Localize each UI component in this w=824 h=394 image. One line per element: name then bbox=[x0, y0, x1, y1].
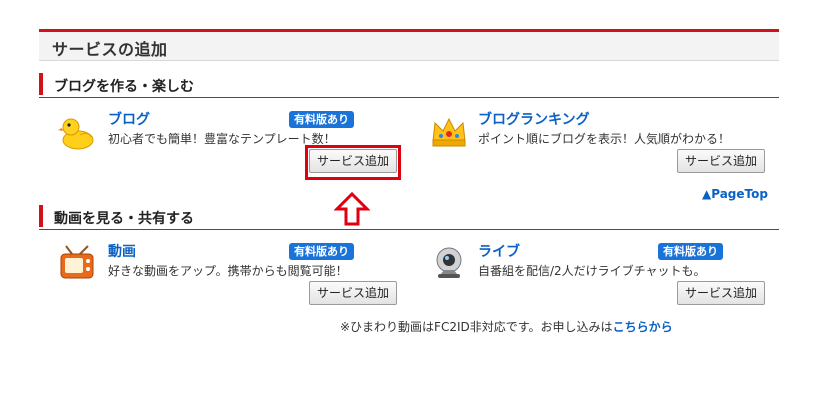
service-name-ranking[interactable]: ブログランキング bbox=[478, 109, 590, 129]
webcam-icon bbox=[430, 244, 468, 286]
duck-icon bbox=[58, 113, 96, 155]
service-desc-video: 好きな動画をアップ。携帯からも閲覧可能！ bbox=[108, 264, 348, 278]
section-divider bbox=[39, 97, 779, 98]
section-divider bbox=[39, 229, 779, 230]
add-service-button-video[interactable]: サービス追加 bbox=[309, 281, 397, 305]
service-name-live[interactable]: ライブ bbox=[478, 241, 520, 261]
service-desc-live: 自番組を配信/2人だけライブチャットも。 bbox=[478, 264, 706, 278]
add-service-button-ranking[interactable]: サービス追加 bbox=[677, 149, 765, 173]
apply-here-link[interactable]: こちらから bbox=[613, 320, 673, 334]
tv-icon bbox=[58, 244, 96, 286]
service-desc-blog: 初心者でも簡単！豊富なテンプレート数！ bbox=[108, 132, 336, 146]
paid-version-badge: 有料版あり bbox=[289, 111, 354, 128]
page-title: サービスの追加 bbox=[52, 40, 168, 59]
crown-icon bbox=[430, 113, 468, 155]
page-top-link[interactable]: ▲PageTop bbox=[702, 187, 768, 201]
paid-version-badge: 有料版あり bbox=[289, 243, 354, 260]
service-desc-ranking: ポイント順にブログを表示！人気順がわかる！ bbox=[478, 132, 731, 146]
fc2id-note: ※ひまわり動画はFC2ID非対応です。お申し込みはこちらから bbox=[340, 318, 673, 335]
section-title-video: 動画を見る・共有する bbox=[54, 211, 194, 227]
add-service-button-live[interactable]: サービス追加 bbox=[677, 281, 765, 305]
add-service-button-blog[interactable]: サービス追加 bbox=[309, 149, 397, 173]
paid-version-badge: 有料版あり bbox=[658, 243, 723, 260]
service-name-blog[interactable]: ブログ bbox=[108, 109, 150, 129]
section-marker bbox=[39, 73, 43, 95]
annotation-arrow-icon bbox=[333, 191, 371, 230]
note-text: ※ひまわり動画はFC2ID非対応です。お申し込みは bbox=[340, 320, 613, 334]
service-name-video[interactable]: 動画 bbox=[108, 241, 136, 261]
section-title-blog: ブログを作る・楽しむ bbox=[54, 79, 194, 95]
section-marker bbox=[39, 205, 43, 227]
